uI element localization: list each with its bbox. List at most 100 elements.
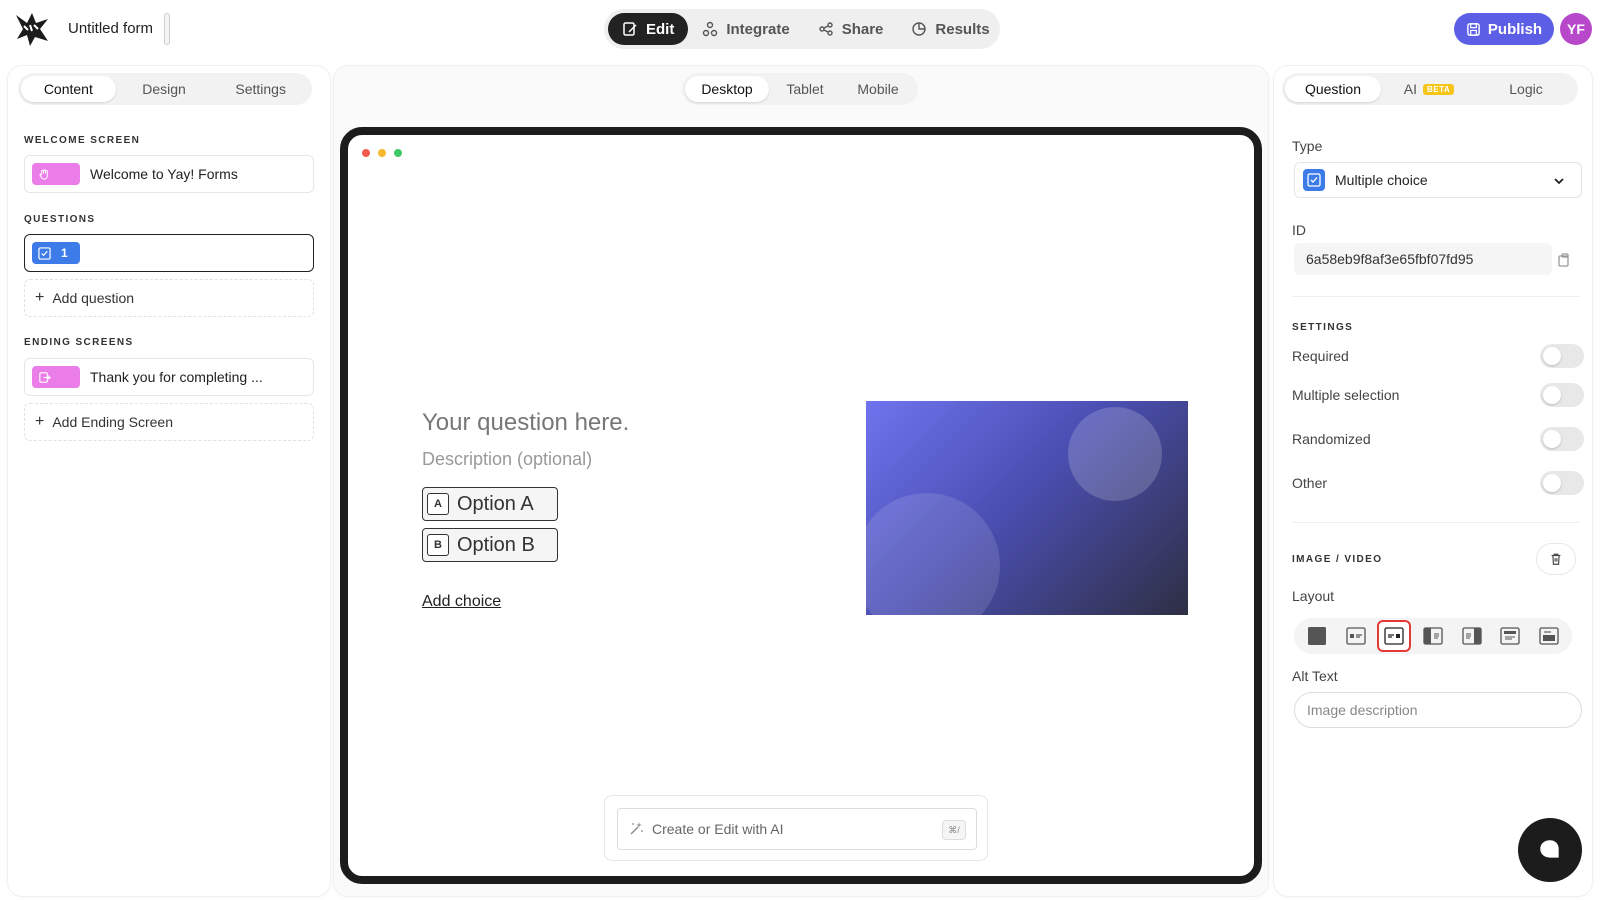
setting-multiple-selection: Multiple selection — [1292, 383, 1584, 407]
layout-image-left-button[interactable] — [1339, 620, 1373, 652]
delete-media-button[interactable] — [1536, 543, 1576, 575]
tab-share-label: Share — [841, 20, 884, 38]
chat-support-button[interactable] — [1518, 818, 1582, 882]
setting-required: Required — [1292, 344, 1584, 368]
tab-design[interactable]: Design — [116, 76, 213, 102]
layout-split-left-icon — [1423, 627, 1443, 645]
randomized-toggle[interactable] — [1540, 427, 1584, 451]
welcome-chip — [32, 163, 80, 185]
image-circle-decor — [1068, 407, 1162, 501]
checkbox-icon — [1303, 169, 1325, 191]
plus-icon: + — [35, 413, 45, 430]
divider — [1292, 296, 1580, 297]
question-title[interactable]: Your question here. — [422, 409, 629, 437]
layout-top-button[interactable] — [1493, 620, 1527, 652]
tab-edit[interactable]: Edit — [608, 13, 689, 45]
question-type-select[interactable]: Multiple choice — [1294, 162, 1582, 198]
ai-prompt-input[interactable]: Create or Edit with AI ⌘/ — [617, 808, 977, 850]
layout-background-icon — [1539, 627, 1559, 645]
welcome-screen-item[interactable]: Welcome to Yay! Forms — [24, 155, 314, 193]
tab-ai[interactable]: AI BETA — [1381, 76, 1477, 102]
required-toggle[interactable] — [1540, 344, 1584, 368]
option-a-key: A — [427, 493, 449, 515]
layout-top-icon — [1500, 627, 1520, 645]
add-ending-screen-button[interactable]: + Add Ending Screen — [24, 403, 314, 441]
tab-integrate-label: Integrate — [726, 20, 790, 38]
question-number: 1 — [61, 246, 68, 260]
question-id-value: 6a58eb9f8af3e65fbf07fd95 — [1306, 251, 1474, 267]
chevron-down-icon — [1554, 178, 1564, 185]
maximize-dot-icon — [394, 149, 402, 157]
ending-screen-item[interactable]: Thank you for completing ... — [24, 358, 314, 396]
setting-multiple-label: Multiple selection — [1292, 387, 1400, 403]
layout-picker — [1294, 618, 1572, 654]
layout-background-button[interactable] — [1532, 620, 1566, 652]
question-image[interactable] — [866, 401, 1188, 615]
multiple-selection-toggle[interactable] — [1540, 383, 1584, 407]
title-edit-cursor — [164, 13, 170, 45]
ending-screens-label: ENDING SCREENS — [24, 337, 134, 348]
tab-question[interactable]: Question — [1285, 76, 1381, 102]
layout-image-right-icon — [1384, 627, 1405, 645]
setting-randomized: Randomized — [1292, 427, 1584, 451]
tab-edit-label: Edit — [646, 20, 675, 38]
publish-label: Publish — [1487, 20, 1543, 38]
id-label: ID — [1292, 222, 1306, 238]
add-choice-link[interactable]: Add choice — [422, 593, 501, 611]
plus-icon: + — [35, 289, 45, 306]
divider — [1292, 522, 1580, 523]
layout-image-right-button[interactable] — [1377, 620, 1412, 652]
image-circle-decor — [866, 493, 1000, 615]
settings-label: SETTINGS — [1292, 322, 1354, 333]
option-b-key: B — [427, 534, 449, 556]
question-id-field[interactable]: 6a58eb9f8af3e65fbf07fd95 — [1294, 243, 1552, 275]
chat-bubble-icon — [1540, 840, 1559, 858]
layout-label: Layout — [1292, 588, 1335, 604]
share-icon — [819, 22, 833, 36]
alt-text-label: Alt Text — [1292, 668, 1338, 684]
desktop-preview-frame: Your question here. Description (optiona… — [340, 127, 1262, 884]
tab-content[interactable]: Content — [21, 76, 116, 102]
tab-tablet[interactable]: Tablet — [769, 76, 841, 102]
form-title[interactable]: Untitled form — [68, 20, 153, 37]
tab-mobile[interactable]: Mobile — [841, 76, 915, 102]
right-panel-tabs: Question AI BETA Logic — [1282, 73, 1578, 105]
exit-door-icon — [39, 371, 51, 383]
tab-settings[interactable]: Settings — [212, 76, 309, 102]
option-a[interactable]: A Option A — [422, 487, 558, 521]
copy-icon[interactable] — [1556, 252, 1572, 268]
tab-results[interactable]: Results — [897, 13, 1003, 45]
mode-tabs: Edit Integrate Share Results — [604, 9, 1000, 49]
question-item[interactable]: 1 — [24, 234, 314, 272]
tab-share[interactable]: Share — [804, 13, 898, 45]
avatar[interactable]: YF — [1560, 13, 1592, 45]
layout-full-button[interactable] — [1300, 620, 1334, 652]
layout-image-left-icon — [1346, 627, 1366, 645]
welcome-item-label: Welcome to Yay! Forms — [90, 166, 238, 182]
layout-split-right-button[interactable] — [1455, 620, 1489, 652]
magic-wand-icon — [630, 822, 643, 835]
tab-ai-label: AI — [1403, 81, 1418, 97]
publish-button[interactable]: Publish — [1454, 13, 1554, 45]
tab-desktop[interactable]: Desktop — [685, 76, 769, 102]
beta-badge: BETA — [1423, 83, 1455, 95]
option-a-label: Option A — [457, 492, 534, 515]
question-description[interactable]: Description (optional) — [422, 449, 592, 470]
add-question-label: Add question — [52, 290, 135, 306]
image-video-label: IMAGE / VIDEO — [1292, 554, 1383, 565]
setting-randomized-label: Randomized — [1292, 431, 1371, 447]
layout-full-icon — [1308, 627, 1327, 645]
option-b[interactable]: B Option B — [422, 528, 558, 562]
alt-text-input[interactable] — [1294, 692, 1582, 728]
layout-split-left-button[interactable] — [1416, 620, 1450, 652]
checkbox-icon — [38, 246, 51, 260]
tab-integrate[interactable]: Integrate — [688, 13, 803, 45]
yay-logo-icon[interactable] — [14, 11, 50, 47]
other-toggle[interactable] — [1540, 471, 1584, 495]
ending-chip — [32, 366, 80, 388]
add-question-button[interactable]: + Add question — [24, 279, 314, 317]
ai-prompt-placeholder: Create or Edit with AI — [652, 821, 784, 837]
tab-logic[interactable]: Logic — [1477, 76, 1575, 102]
integrate-icon — [703, 21, 718, 37]
option-b-label: Option B — [457, 533, 535, 556]
